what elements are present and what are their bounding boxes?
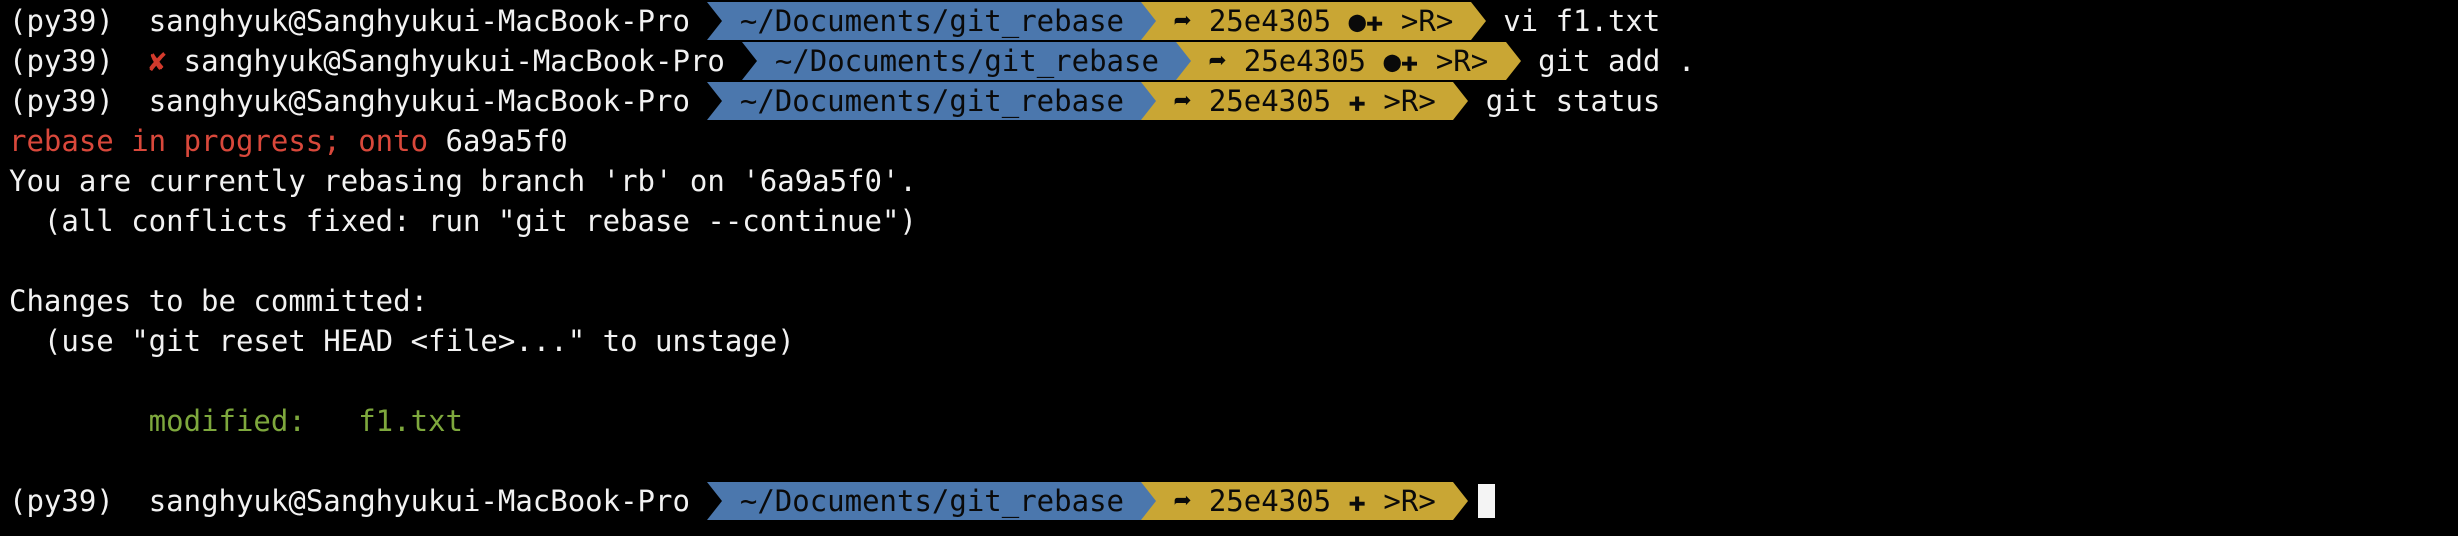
prompt-directory: ~/Documents/git_rebase [774, 42, 1159, 80]
powerline-separator-icon [1470, 2, 1486, 40]
powerline-separator-icon [1176, 42, 1192, 80]
prompt-line-current: (py39) sanghyuk@Sanghyukui-MacBook-Pro ~… [9, 482, 1496, 520]
output-line: You are currently rebasing branch 'rb' o… [9, 162, 917, 200]
modified-file: f1.txt [358, 404, 463, 438]
python-env: (py39) [9, 84, 114, 118]
output-line: Changes to be committed: [9, 282, 428, 320]
output-line: (all conflicts fixed: run "git rebase --… [9, 202, 917, 240]
command-text: vi f1.txt [1503, 4, 1661, 38]
powerline-separator-icon [742, 42, 758, 80]
powerline-separator-icon [1141, 482, 1157, 520]
prompt-git-status: ➦ 25e4305 ✚ >R> [1173, 482, 1436, 520]
rebase-status-text: rebase in progress; onto [9, 124, 429, 158]
powerline-separator-icon [707, 482, 723, 520]
output-text: Changes to be committed: [9, 284, 429, 318]
powerline-separator-icon [1505, 42, 1521, 80]
command-text: git add . [1538, 44, 1696, 78]
prompt-host: sanghyuk@Sanghyukui-MacBook-Pro [148, 82, 690, 120]
prompt-git-status: ➦ 25e4305 ●✚ >R> [1173, 2, 1454, 40]
prompt-line: (py39) sanghyuk@Sanghyukui-MacBook-Pro ~… [9, 2, 1660, 40]
output-line: (use "git reset HEAD <file>..." to unsta… [9, 322, 795, 360]
python-env: (py39) [9, 44, 114, 78]
output-line-rebase-status: rebase in progress; onto 6a9a5f0 [9, 122, 568, 160]
output-line-modified: modified: f1.txt [9, 402, 463, 440]
powerline-separator-icon [707, 82, 723, 120]
modified-label: modified: [9, 404, 359, 438]
prompt-git-status: ➦ 25e4305 ●✚ >R> [1208, 42, 1489, 80]
python-env: (py39) [9, 4, 114, 38]
output-text: (use "git reset HEAD <file>..." to unsta… [9, 324, 795, 358]
prompt-directory: ~/Documents/git_rebase [739, 482, 1124, 520]
python-env: (py39) [9, 484, 114, 518]
prompt-host: sanghyuk@Sanghyukui-MacBook-Pro [183, 42, 725, 80]
terminal-window[interactable]: (py39) sanghyuk@Sanghyukui-MacBook-Pro ~… [0, 0, 2458, 536]
prompt-line: (py39) sanghyuk@Sanghyukui-MacBook-Pro ~… [9, 82, 1660, 120]
error-x-icon: ✘ [148, 44, 167, 78]
prompt-host: sanghyuk@Sanghyukui-MacBook-Pro [148, 482, 690, 520]
prompt-directory: ~/Documents/git_rebase [739, 82, 1124, 120]
prompt-directory: ~/Documents/git_rebase [739, 2, 1124, 40]
powerline-separator-icon [707, 2, 723, 40]
powerline-separator-icon [1141, 82, 1157, 120]
prompt-line: (py39) ✘ sanghyuk@Sanghyukui-MacBook-Pro… [9, 42, 1695, 80]
powerline-separator-icon [1141, 2, 1157, 40]
rebase-onto-hash: 6a9a5f0 [445, 124, 568, 158]
output-text: You are currently rebasing branch 'rb' o… [9, 164, 917, 198]
prompt-git-status: ➦ 25e4305 ✚ >R> [1173, 82, 1436, 120]
output-text: (all conflicts fixed: run "git rebase --… [9, 204, 917, 238]
powerline-separator-icon [1453, 482, 1469, 520]
command-text: git status [1485, 84, 1661, 118]
text-cursor [1478, 484, 1496, 518]
prompt-host: sanghyuk@Sanghyukui-MacBook-Pro [148, 2, 690, 40]
powerline-separator-icon [1453, 82, 1469, 120]
